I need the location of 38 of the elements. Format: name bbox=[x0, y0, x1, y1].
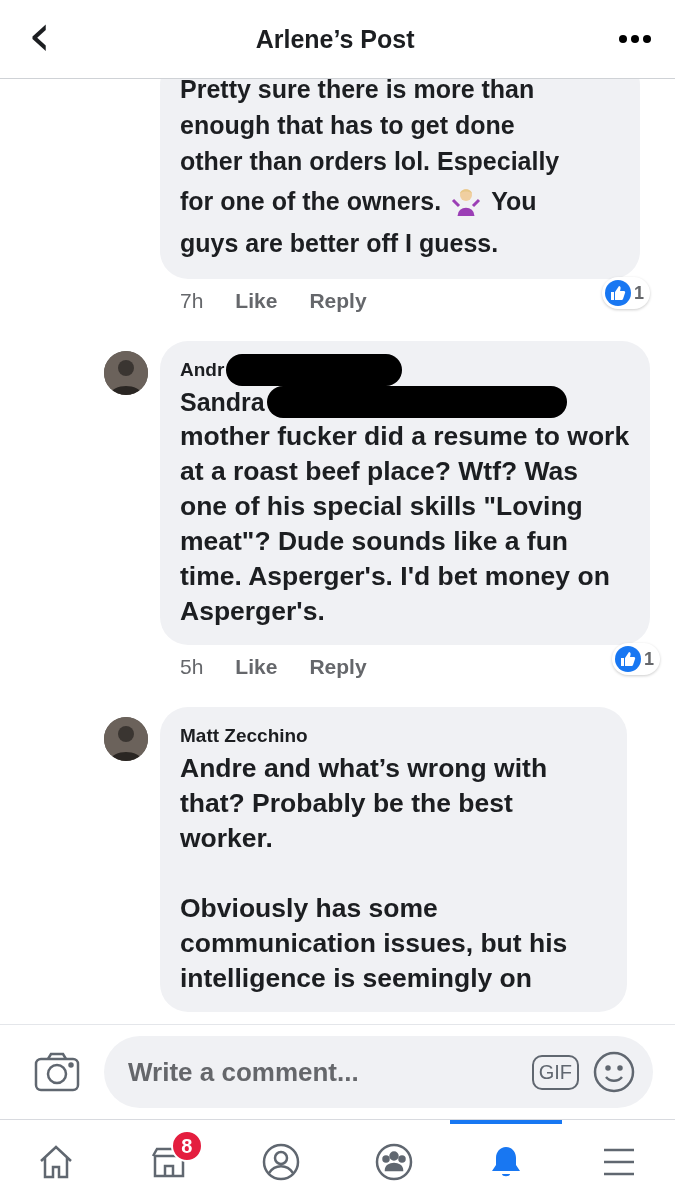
more-icon[interactable] bbox=[619, 35, 651, 43]
comment-text: Obviously has some communication issues, but his intelligence is seemingly on bbox=[180, 892, 569, 995]
profile-icon bbox=[261, 1142, 302, 1182]
window-title: Arlene’s Post bbox=[255, 24, 415, 54]
comment-author[interactable]: Matt Zecchino bbox=[180, 725, 308, 747]
comment-time: 7h bbox=[180, 289, 204, 313]
like-button[interactable]: Like bbox=[235, 655, 278, 679]
comment-text: other than orders lol. Especially bbox=[180, 146, 560, 177]
reaction-count[interactable]: 1 bbox=[602, 277, 650, 309]
like-icon bbox=[615, 646, 641, 672]
comment-text: You bbox=[491, 186, 537, 217]
comment-text: enough that has to get done bbox=[180, 110, 515, 141]
avatar[interactable] bbox=[104, 717, 148, 761]
shrug-emoji-icon bbox=[451, 186, 482, 216]
gif-button[interactable]: GIF bbox=[531, 1054, 579, 1090]
reaction-number: 1 bbox=[644, 648, 654, 670]
comment-time: 5h bbox=[180, 655, 204, 679]
mention-link[interactable]: Sandra bbox=[180, 387, 265, 417]
comment-text: Andre and what’s wrong with that? Probably be the best worker. bbox=[180, 752, 549, 855]
notification-badge: 8 bbox=[170, 1130, 203, 1162]
comment-author[interactable]: Andr bbox=[180, 359, 225, 381]
tab-button[interactable]: 8 bbox=[112, 1120, 225, 1200]
comment-text: Pretty sure there is more than bbox=[180, 79, 535, 105]
reaction-count[interactable]: 1 bbox=[612, 643, 660, 675]
reply-button[interactable]: Reply bbox=[309, 289, 367, 313]
avatar[interactable] bbox=[104, 351, 148, 395]
comment-text: guys are better off I guess. bbox=[180, 228, 499, 259]
comment-text: for one of the owners. bbox=[180, 186, 442, 217]
reaction-number: 1 bbox=[634, 282, 644, 304]
emoji-icon[interactable] bbox=[593, 1051, 635, 1093]
like-button[interactable]: Like bbox=[235, 289, 278, 313]
like-icon bbox=[605, 280, 631, 306]
camera-icon[interactable] bbox=[34, 1052, 80, 1092]
comment-text: mother fucker did a resume to work at a roast beef place? Wtf? Was one of his special skills "Loving meat"? Dude sounds like a fun time. Asperger's. I'd bet money on Asperger's. bbox=[180, 420, 630, 628]
comment-field[interactable]: Write a comment... GIF bbox=[104, 1036, 653, 1108]
reply-button[interactable]: Reply bbox=[309, 655, 367, 679]
groups-icon bbox=[373, 1142, 414, 1182]
back-button[interactable]: ‹ bbox=[28, 6, 52, 72]
